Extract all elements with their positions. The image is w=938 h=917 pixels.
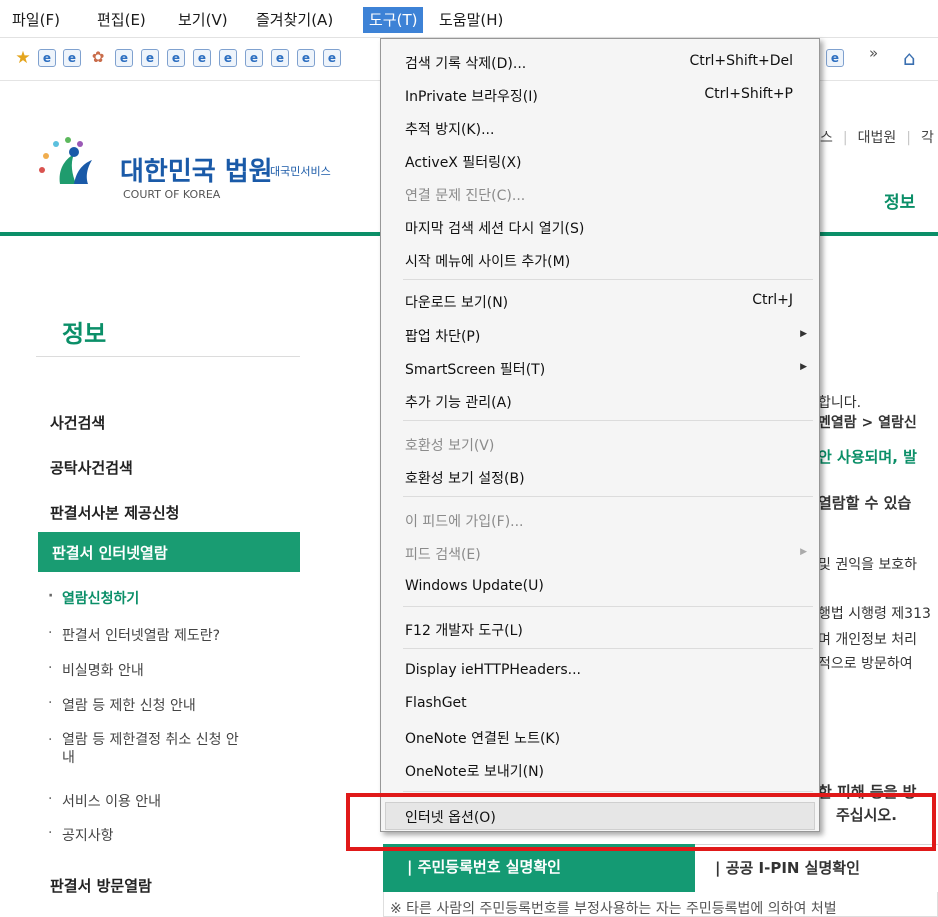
ie-page-icon[interactable]: e bbox=[63, 49, 81, 67]
sidebar-subitem[interactable]: 공지사항 bbox=[48, 825, 113, 845]
submenu-arrow-icon: ▶ bbox=[800, 362, 807, 372]
menu-item-tracking-protection[interactable]: 추적 방지(K)... bbox=[405, 119, 494, 139]
menu-item-compat-view: 호환성 보기(V) bbox=[405, 438, 495, 454]
sidebar-subitem[interactable]: 열람 등 제한결정 취소 신청 안 내 bbox=[48, 731, 239, 767]
topnav-item[interactable]: 대법원 bbox=[858, 130, 897, 146]
sidebar-subitem[interactable]: 열람 등 제한 신청 안내 bbox=[48, 695, 196, 715]
topnav-item[interactable]: 각 bbox=[921, 130, 934, 146]
content-text: 며 개인정보 처리 bbox=[818, 632, 918, 648]
sidebar-title: 정보 bbox=[62, 320, 107, 348]
submenu-arrow-icon: ▶ bbox=[800, 329, 807, 339]
site-title[interactable]: 대한민국 법원 bbox=[120, 151, 273, 188]
menu-bar: 파일(F) 편집(E) 보기(V) 즐겨찾기(A) 도구(T) 도움말(H) bbox=[0, 0, 938, 38]
submenu-arrow-icon: ▶ bbox=[800, 547, 807, 557]
menu-item-ie-http-headers[interactable]: Display ieHTTPHeaders... bbox=[405, 662, 581, 678]
sidebar-item-label: 판결서 인터넷열람 bbox=[52, 544, 168, 562]
gnb-info-menu[interactable]: 정보 bbox=[884, 188, 915, 213]
site-english-name: COURT OF KOREA bbox=[123, 188, 221, 201]
ie-page-icon[interactable]: e bbox=[38, 49, 56, 67]
menu-item-flashget[interactable]: FlashGet bbox=[405, 695, 467, 711]
sidebar-item-deposit-search[interactable]: 공탁사건검색 bbox=[50, 457, 133, 478]
menu-item-manage-addons[interactable]: 추가 기능 관리(A) bbox=[405, 392, 512, 412]
sidebar-subitem[interactable]: 비실명화 안내 bbox=[48, 660, 144, 680]
sidebar-item-visit-view[interactable]: 판결서 방문열람 bbox=[50, 875, 152, 896]
sidebar-subitem[interactable]: 서비스 이용 안내 bbox=[48, 791, 161, 811]
menu-item-view-downloads[interactable]: 다운로드 보기(N) bbox=[405, 292, 508, 312]
menu-item-windows-update[interactable]: Windows Update(U) bbox=[405, 578, 544, 594]
ie-page-icon[interactable]: e bbox=[826, 49, 844, 67]
menu-item-feed-discovery: 피드 검색(E) bbox=[405, 547, 481, 563]
site-subtitle: 대국민서비스 bbox=[270, 165, 331, 178]
menu-separator bbox=[403, 648, 813, 649]
menu-item-f12-devtools[interactable]: F12 개발자 도구(L) bbox=[405, 620, 523, 640]
notice-text: ※ 타른 사람의 주민등록번호를 부정사용하는 자는 주민등록법에 의하여 처벌 bbox=[390, 901, 837, 917]
favorites-star-icon[interactable]: ★ bbox=[14, 49, 32, 67]
ie-page-icon[interactable]: e bbox=[167, 49, 185, 67]
content-text: 안 사용되며, 발 bbox=[818, 448, 917, 466]
menu-favorites[interactable]: 즐겨찾기(A) bbox=[250, 8, 339, 32]
menu-separator bbox=[403, 791, 813, 792]
ie-page-icon[interactable]: e bbox=[141, 49, 159, 67]
feed-icon[interactable]: ✿ bbox=[89, 49, 107, 67]
shortcut-label: Ctrl+J bbox=[752, 292, 793, 308]
menu-item-reopen-session[interactable]: 마지막 검색 세션 다시 열기(S) bbox=[405, 218, 584, 238]
menu-help[interactable]: 도움말(H) bbox=[433, 8, 509, 32]
ie-page-icon[interactable]: e bbox=[219, 49, 237, 67]
menu-item-popup-blocker[interactable]: 팝업 차단(P) bbox=[405, 326, 480, 346]
home-icon[interactable]: ⌂ bbox=[903, 46, 916, 70]
ie-page-icon[interactable]: e bbox=[115, 49, 133, 67]
menu-file[interactable]: 파일(F) bbox=[6, 8, 66, 32]
ie-page-icon[interactable]: e bbox=[297, 49, 315, 67]
menu-item-inprivate[interactable]: InPrivate 브라우징(I) bbox=[405, 86, 538, 106]
annotation-highlight-box bbox=[346, 793, 936, 851]
notice-box: ※ 타른 사람의 주민등록번호를 부정사용하는 자는 주민등록법에 의하여 처벌 bbox=[383, 892, 938, 917]
menu-separator bbox=[403, 420, 813, 421]
content-text: 및 권익을 보호하 bbox=[818, 557, 918, 573]
sidebar-item-case-search[interactable]: 사건검색 bbox=[50, 412, 105, 433]
sidebar-subitem[interactable]: 열람신청하기 bbox=[48, 588, 139, 608]
menu-item-activex-filtering[interactable]: ActiveX 필터링(X) bbox=[405, 152, 522, 172]
menu-separator bbox=[403, 606, 813, 607]
menu-item-compat-settings[interactable]: 호환성 보기 설정(B) bbox=[405, 468, 525, 488]
menu-item-delete-history[interactable]: 검색 기록 삭제(D)... bbox=[405, 53, 526, 73]
content-text: 열람할 수 있습 bbox=[818, 494, 912, 512]
tab-resident-number-auth[interactable]: | 주민등록번호 실명확인 bbox=[383, 844, 695, 892]
chevron-overflow-icon[interactable]: » bbox=[869, 44, 878, 62]
content-text: 적으로 방문하여 bbox=[818, 656, 913, 672]
sidebar-item-judgment-copy[interactable]: 판결서사본 제공신청 bbox=[50, 502, 179, 523]
menu-item-add-to-start[interactable]: 시작 메뉴에 사이트 추가(M) bbox=[405, 251, 570, 271]
top-navigation: 스 | 대법원 | 각 bbox=[820, 130, 934, 146]
content-text: 행법 시행령 제313 bbox=[818, 606, 931, 622]
menu-item-smartscreen[interactable]: SmartScreen 필터(T) bbox=[405, 359, 545, 379]
menu-item-subscribe-feed: 이 피드에 가입(F)... bbox=[405, 514, 524, 530]
sidebar-item-internet-view[interactable]: 판결서 인터넷열람 bbox=[38, 532, 300, 572]
ie-page-icon[interactable]: e bbox=[193, 49, 211, 67]
menu-item-diagnose-connection: 연결 문제 진단(C)... bbox=[405, 188, 526, 204]
topnav-item[interactable]: 스 bbox=[820, 130, 833, 146]
shortcut-label: Ctrl+Shift+Del bbox=[689, 53, 793, 69]
menu-item-onenote-linked[interactable]: OneNote 연결된 노트(K) bbox=[405, 728, 560, 748]
menu-separator bbox=[403, 279, 813, 280]
menu-item-send-to-onenote[interactable]: OneNote로 보내기(N) bbox=[405, 761, 544, 781]
content-text: 멘열람 > 열람신 bbox=[818, 415, 917, 431]
content-text: 합니다. bbox=[818, 395, 862, 411]
tab-ipin-auth[interactable]: | 공공 I-PIN 실명확인 bbox=[695, 844, 938, 892]
menu-tools[interactable]: 도구(T) bbox=[363, 7, 424, 33]
ie-page-icon[interactable]: e bbox=[323, 49, 341, 67]
sidebar-subitem[interactable]: 판결서 인터넷열람 제도란? bbox=[48, 625, 220, 645]
ie-page-icon[interactable]: e bbox=[271, 49, 289, 67]
menu-separator bbox=[403, 496, 813, 497]
ie-page-icon[interactable]: e bbox=[245, 49, 263, 67]
divider bbox=[36, 356, 300, 357]
court-logo-icon[interactable] bbox=[30, 130, 100, 186]
menu-view[interactable]: 보기(V) bbox=[172, 8, 234, 32]
menu-edit[interactable]: 편집(E) bbox=[91, 8, 152, 32]
shortcut-label: Ctrl+Shift+P bbox=[704, 86, 793, 102]
tools-dropdown-menu: 검색 기록 삭제(D)... Ctrl+Shift+Del InPrivate … bbox=[380, 38, 820, 832]
